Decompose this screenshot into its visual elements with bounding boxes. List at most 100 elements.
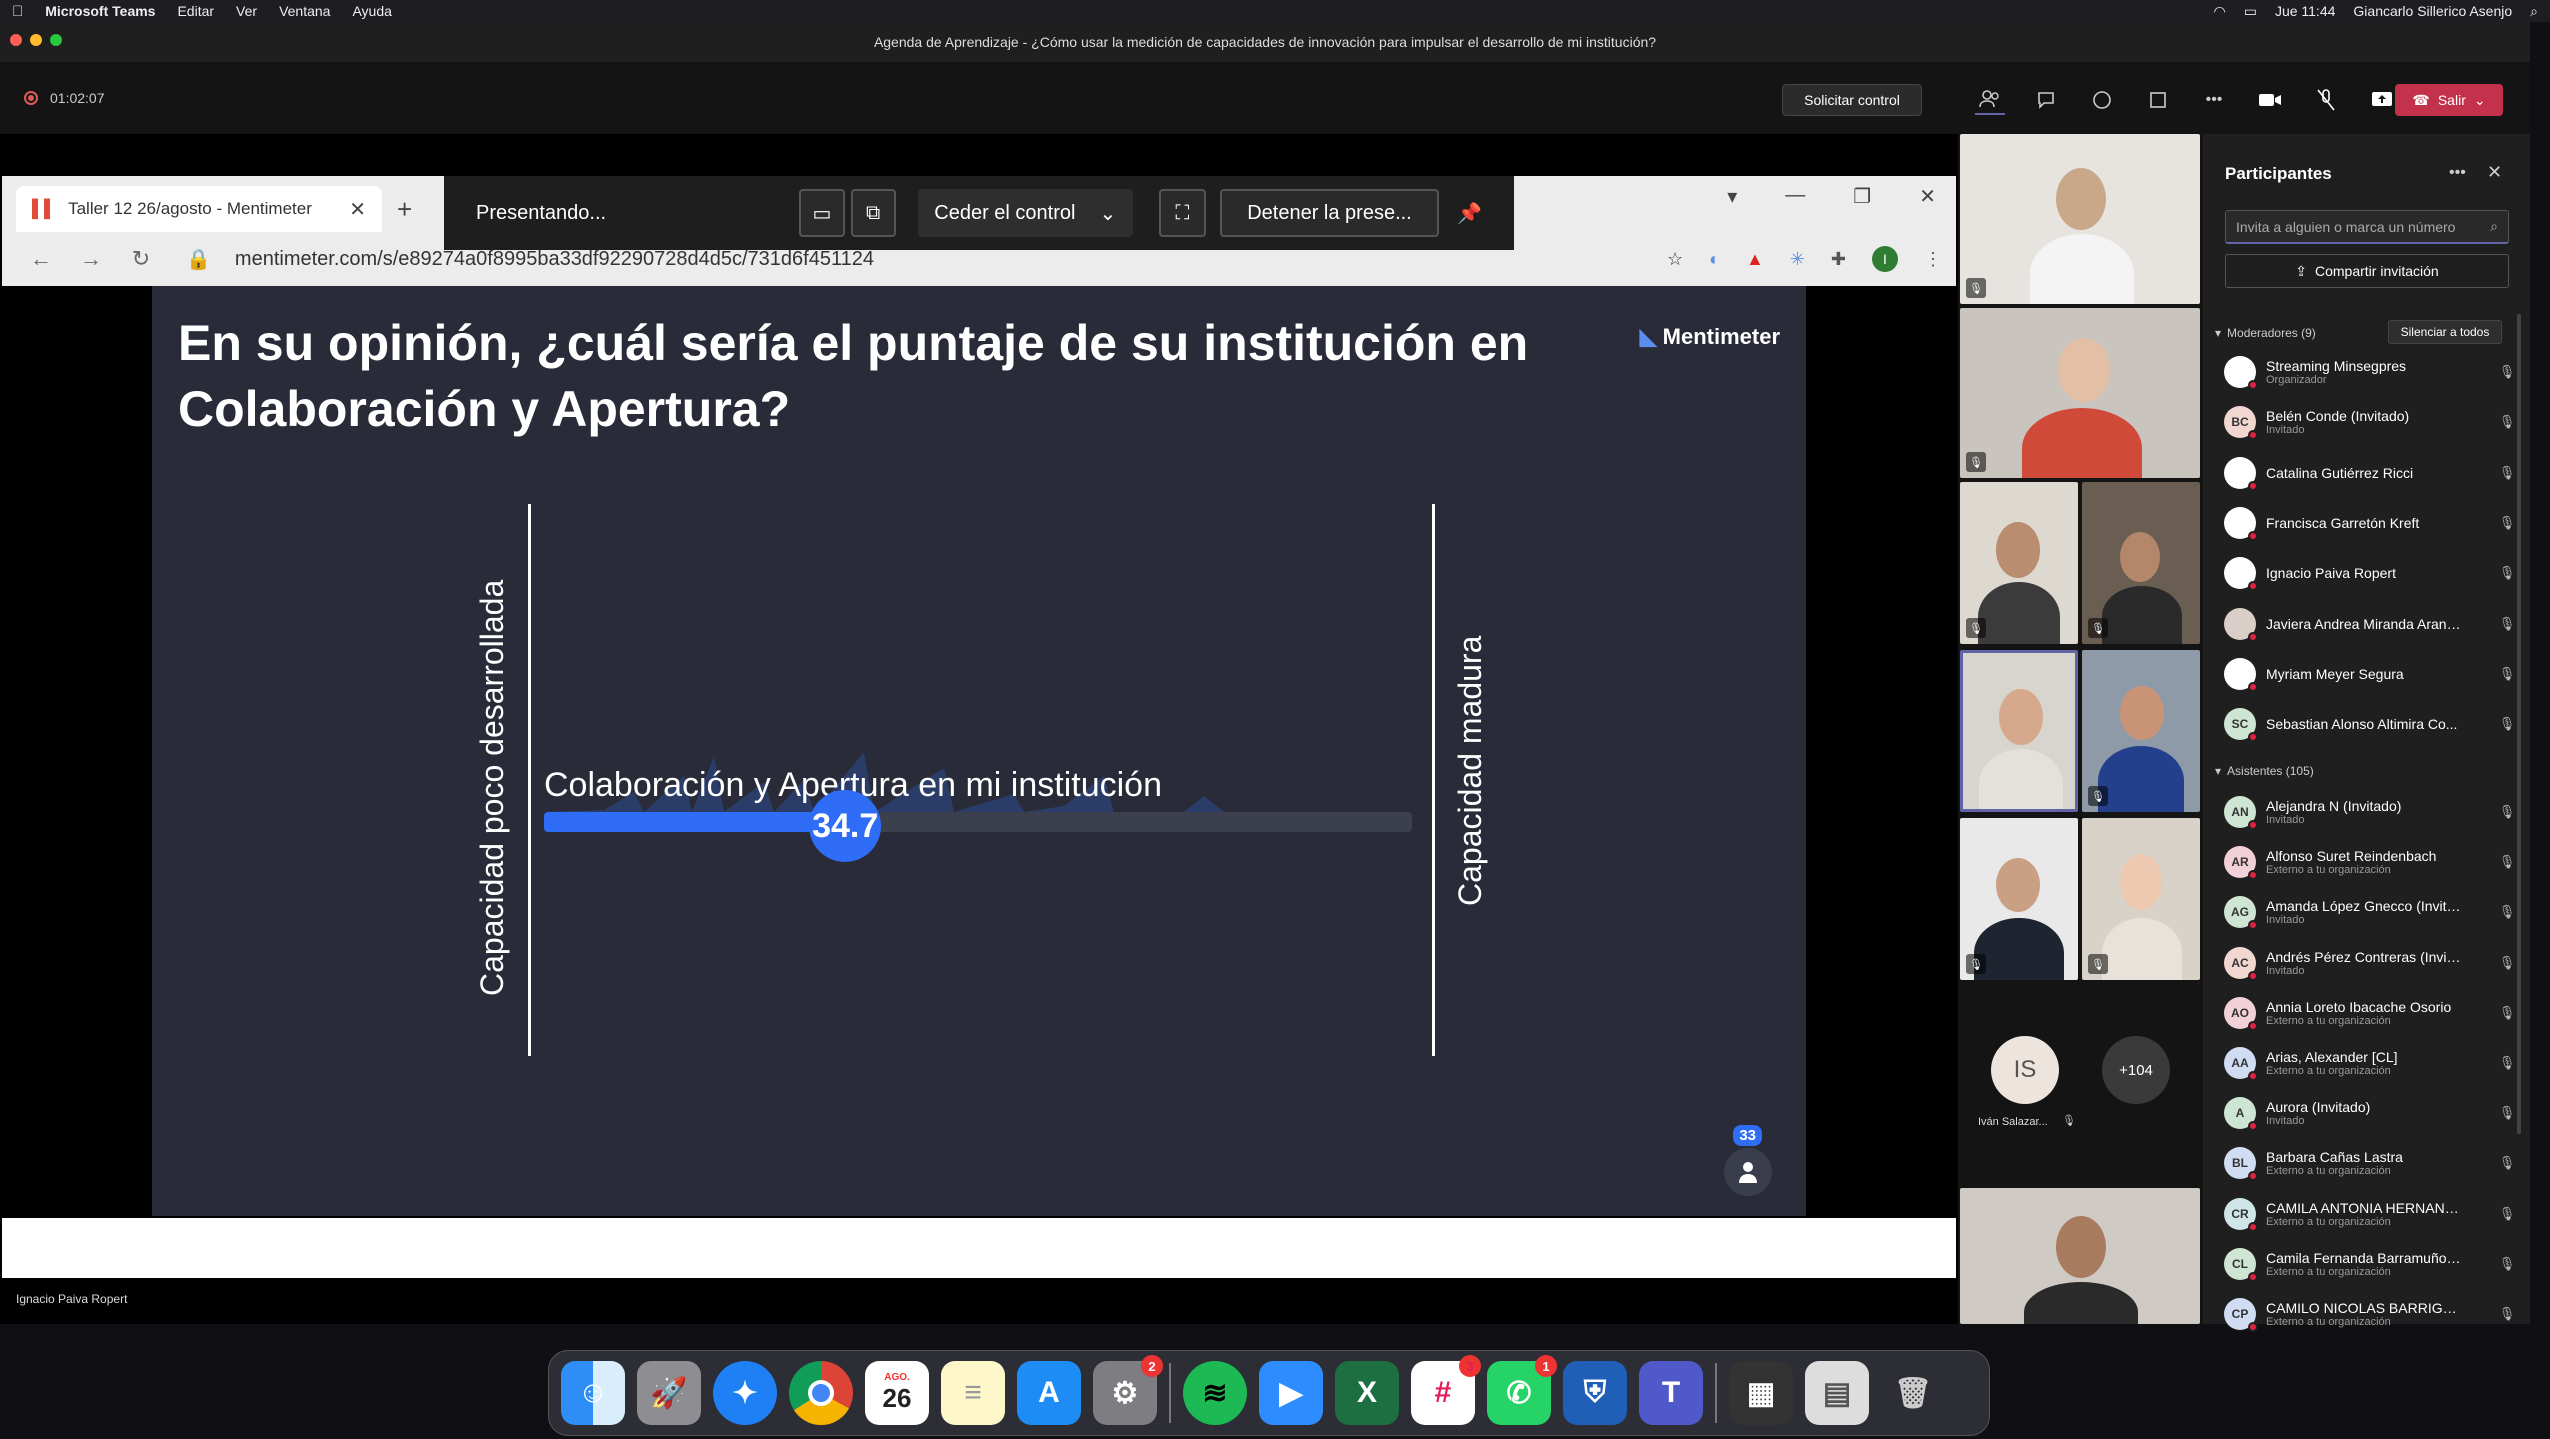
video-tile[interactable]: 🎙	[1960, 308, 2200, 478]
reactions-icon[interactable]	[2087, 85, 2117, 115]
chat-icon[interactable]	[2031, 85, 2061, 115]
translate-icon[interactable]: ◐	[1709, 249, 1720, 270]
mic-off-icon[interactable]	[2311, 85, 2341, 115]
finder-icon[interactable]: ☺	[561, 1361, 625, 1425]
panel-more-icon[interactable]: •••	[2449, 164, 2466, 182]
mic-off-icon[interactable]: 🎙	[2494, 1306, 2520, 1322]
participant-row[interactable]: AG Amanda López Gnecco (Invita... Invitado…	[2224, 890, 2520, 934]
participant-row[interactable]: SC Sebastian Alonso Altimira Co... 🎙	[2224, 702, 2520, 746]
recent-window-icon[interactable]: ▤	[1805, 1361, 1869, 1425]
menu-editar[interactable]: Editar	[177, 3, 214, 19]
new-tab-icon[interactable]: +	[397, 194, 412, 225]
safari-icon[interactable]: ✦	[713, 1361, 777, 1425]
mic-icon[interactable]: 🎙	[2494, 565, 2520, 581]
bookmark-star-icon[interactable]: ☆	[1667, 249, 1683, 270]
video-tile[interactable]	[1960, 1188, 2200, 1324]
video-tile[interactable]: 🎙	[1960, 482, 2078, 644]
participant-row[interactable]: A Aurora (Invitado) Invitado 🎙	[2224, 1091, 2520, 1135]
system-settings-icon[interactable]: ⚙ 2	[1093, 1355, 1163, 1425]
chevron-down-icon[interactable]: ⌄	[2474, 92, 2486, 109]
close-icon[interactable]: ✕	[1919, 184, 1936, 209]
slack-icon[interactable]: #3	[1411, 1355, 1481, 1425]
moderators-section-header[interactable]: ▾ Moderadores (9)	[2215, 326, 2316, 340]
share-invite-button[interactable]: ⇪ Compartir invitación	[2225, 254, 2509, 288]
chrome-icon[interactable]	[789, 1361, 853, 1425]
notes-icon[interactable]: ≡	[941, 1361, 1005, 1425]
stop-share-icon-button[interactable]: ⛶	[1158, 189, 1206, 237]
reload-icon[interactable]: ↻	[116, 246, 166, 272]
spotify-icon[interactable]: ≋	[1183, 1361, 1247, 1425]
current-user[interactable]: Giancarlo Sillerico Asenjo	[2353, 3, 2512, 19]
participant-row[interactable]: Francisca Garretón Kreft 🎙	[2224, 501, 2520, 545]
participants-icon[interactable]	[1975, 85, 2005, 115]
pip-layout-button[interactable]: ⧉	[850, 189, 896, 237]
participant-row[interactable]: AA Arias, Alexander [CL] Externo a tu orga…	[2224, 1041, 2520, 1085]
close-window-button[interactable]	[10, 34, 22, 46]
participant-search-input[interactable]: Invita a alguien o marca un número ⌕	[2225, 210, 2509, 244]
mic-off-icon[interactable]: 🎙	[2494, 1055, 2520, 1071]
participant-row[interactable]: AC Andrés Pérez Contreras (Invit... Invita…	[2224, 941, 2520, 985]
acrobat-icon[interactable]: ▲	[1746, 249, 1764, 270]
video-tile[interactable]: 🎙	[1960, 134, 2200, 304]
video-tile[interactable]	[1960, 650, 2078, 812]
close-panel-icon[interactable]: ✕	[2487, 162, 2502, 183]
url-field[interactable]: mentimeter.com/s/e89274a0f8995ba33df9229…	[235, 248, 874, 271]
mic-off-icon[interactable]: 🎙	[2494, 465, 2520, 481]
recent-window-icon[interactable]: ▦	[1729, 1361, 1793, 1425]
camera-icon[interactable]	[2255, 85, 2285, 115]
stop-presenting-button[interactable]: Detener la prese...	[1219, 189, 1440, 237]
battery-icon[interactable]: ▭	[2244, 3, 2257, 20]
apple-icon[interactable]: 	[12, 3, 23, 20]
rooms-icon[interactable]	[2143, 85, 2173, 115]
trash-icon[interactable]: 🗑	[1881, 1361, 1945, 1425]
mic-off-icon[interactable]: 🎙	[2494, 616, 2520, 632]
participant-row[interactable]: AO Annia Loreto Ibacache Osorio Externo a …	[2224, 991, 2520, 1035]
launchpad-icon[interactable]: 🚀	[637, 1361, 701, 1425]
more-participants-button[interactable]: +104	[2102, 1036, 2170, 1104]
spotlight-icon[interactable]: ⌕	[2530, 3, 2538, 20]
puzzle-icon[interactable]: ✚	[1831, 249, 1846, 270]
mic-off-icon[interactable]: 🎙	[2494, 1105, 2520, 1121]
participant-row[interactable]: CR CAMILA ANTONIA HERNAND... Externo a tu …	[2224, 1192, 2520, 1236]
wifi-icon[interactable]: ◠	[2213, 3, 2225, 20]
mic-off-icon[interactable]: 🎙	[2494, 1005, 2520, 1021]
menu-ventana[interactable]: Ventana	[279, 3, 330, 19]
mic-off-icon[interactable]: 🎙	[2494, 804, 2520, 820]
request-control-button[interactable]: Solicitar control	[1782, 84, 1922, 116]
browser-tab[interactable]: ▌▌ Taller 12 26/agosto - Mentimeter ✕	[16, 186, 382, 232]
clock[interactable]: Jue 11:44	[2275, 3, 2335, 19]
avatar[interactable]: IS	[1991, 1036, 2059, 1104]
participant-row[interactable]: Catalina Gutiérrez Ricci 🎙	[2224, 451, 2520, 495]
participant-row[interactable]: CP CAMILO NICOLAS BARRIGA P... Externo a t…	[2224, 1292, 2520, 1336]
app-store-icon[interactable]: A	[1017, 1361, 1081, 1425]
minimize-window-button[interactable]	[30, 34, 42, 46]
profile-avatar[interactable]: I	[1872, 246, 1898, 272]
participant-row[interactable]: Myriam Meyer Segura 🎙	[2224, 652, 2520, 696]
minimize-icon[interactable]: —	[1785, 184, 1805, 209]
mute-all-button[interactable]: Silenciar a todos	[2388, 320, 2502, 344]
participant-row[interactable]: AN Alejandra N (Invitado) Invitado 🎙	[2224, 790, 2520, 834]
participant-row[interactable]: CL Camila Fernanda Barramuño ... Externo a…	[2224, 1242, 2520, 1286]
zoom-icon[interactable]: ▶	[1259, 1361, 1323, 1425]
mic-off-icon[interactable]: 🎙	[2494, 854, 2520, 870]
attendees-section-header[interactable]: ▾ Asistentes (105)	[2215, 764, 2314, 778]
close-tab-icon[interactable]: ✕	[349, 197, 366, 222]
calendar-icon[interactable]: AGO. 26	[865, 1361, 929, 1425]
mic-off-icon[interactable]: 🎙	[2494, 1256, 2520, 1272]
mic-off-icon[interactable]: 🎙	[2494, 1206, 2520, 1222]
zoom-window-button[interactable]	[50, 34, 62, 46]
give-control-button[interactable]: Ceder el control ⌄	[917, 189, 1133, 237]
back-icon[interactable]: ←	[16, 246, 66, 272]
pin-icon[interactable]: 📌	[1457, 201, 1482, 226]
fullscreen-layout-button[interactable]: ▭	[799, 189, 845, 237]
video-tile[interactable]: 🎙	[1960, 818, 2078, 980]
teams-icon[interactable]: T	[1639, 1361, 1703, 1425]
mic-off-icon[interactable]: 🎙	[2494, 414, 2520, 430]
video-tile[interactable]: 🎙	[2082, 818, 2200, 980]
mic-off-icon[interactable]: 🎙	[2494, 364, 2520, 380]
mic-off-icon[interactable]: 🎙	[2494, 666, 2520, 682]
menu-ver[interactable]: Ver	[236, 3, 257, 19]
mic-off-icon[interactable]: 🎙	[2494, 904, 2520, 920]
video-tile[interactable]: 🎙	[2082, 482, 2200, 644]
whatsapp-icon[interactable]: ✆ 1	[1487, 1355, 1557, 1425]
